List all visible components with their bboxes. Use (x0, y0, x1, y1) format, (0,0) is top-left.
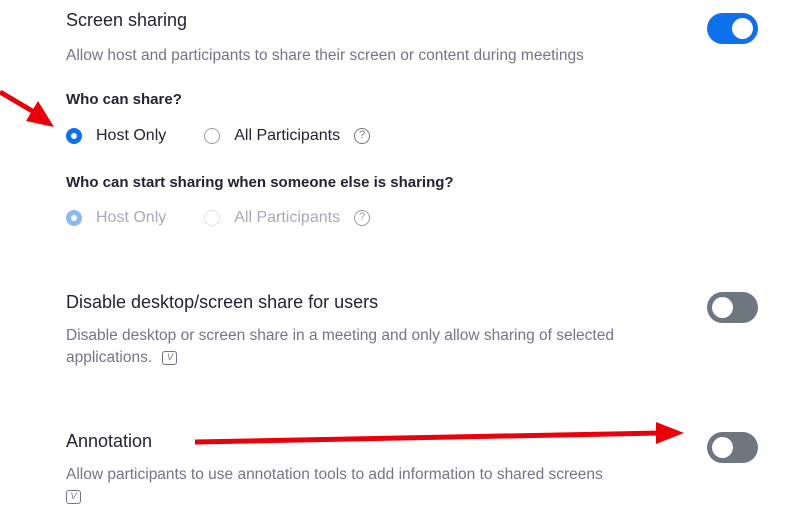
arrow-to-annotation-toggle-icon (194, 422, 684, 445)
arrow-to-host-only-icon (0, 89, 54, 127)
annotation-arrows (0, 89, 684, 445)
